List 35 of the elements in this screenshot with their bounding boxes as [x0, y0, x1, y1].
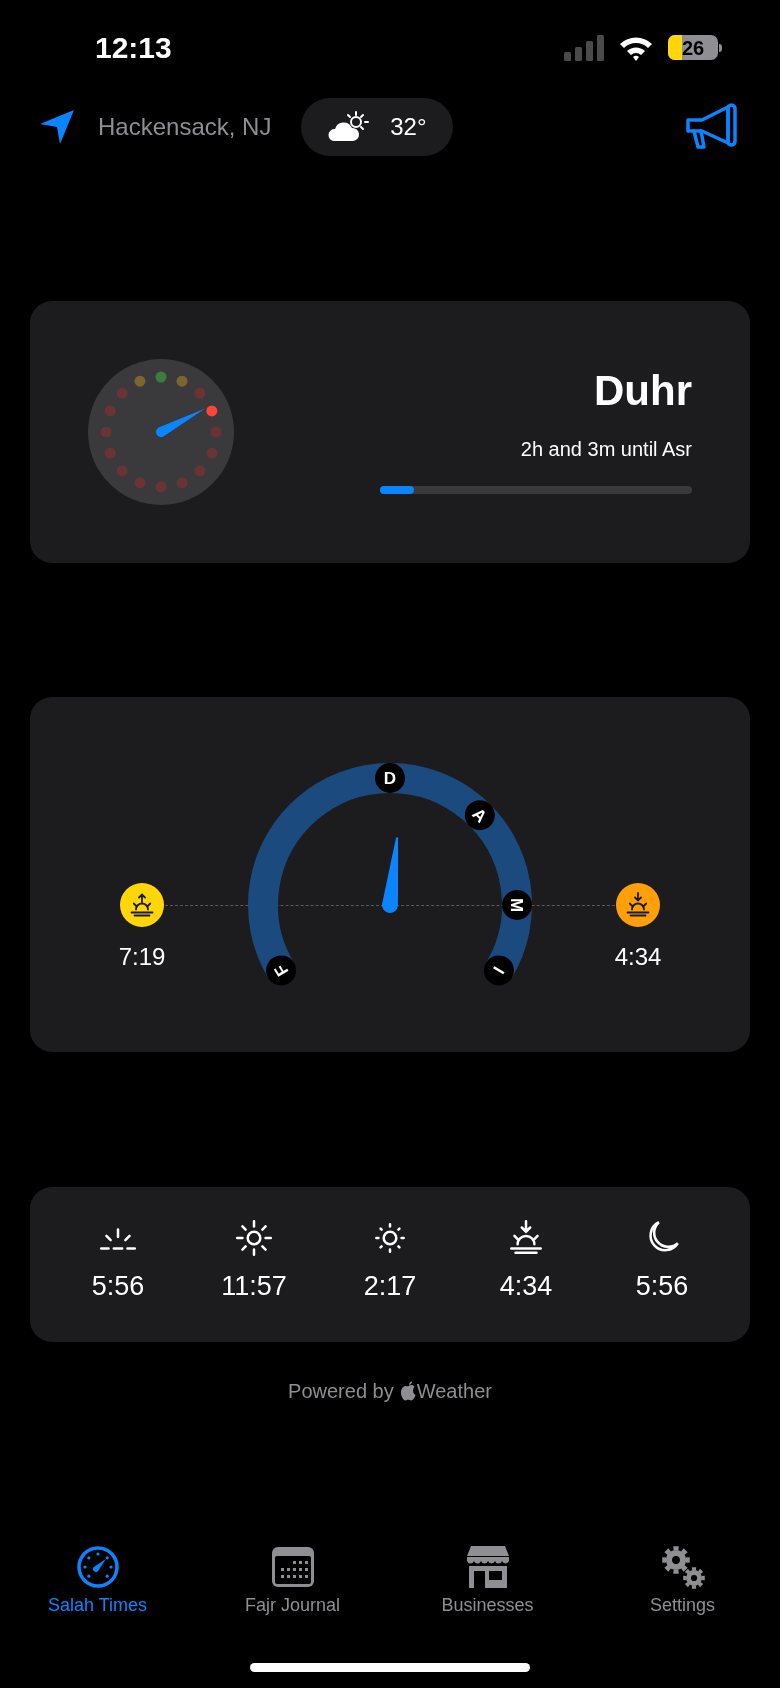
status-time: 12:13	[95, 30, 172, 66]
tab[interactable]: Businesses	[390, 1544, 585, 1614]
prayer-time: 5:56	[635, 1273, 689, 1300]
store-icon	[464, 1544, 511, 1590]
prayer-time: 4:34	[499, 1273, 553, 1300]
prayer-marker: I	[483, 955, 514, 986]
sun-icon	[233, 1217, 275, 1259]
time-label: 4:34	[614, 945, 662, 969]
temperature-label: 32°	[390, 112, 427, 142]
sunset-icon	[616, 883, 660, 927]
prayer-marker: A	[464, 800, 495, 831]
time-label: 7:19	[118, 945, 166, 969]
prayer-marker: M	[502, 890, 532, 920]
gauge-icon	[74, 1544, 121, 1590]
calendar-icon	[269, 1544, 316, 1590]
prayer-time: 5:56	[91, 1273, 145, 1300]
prayer-marker: F	[266, 955, 297, 986]
gears-icon	[659, 1544, 706, 1590]
powered-by-weather-text: Powered by Weather	[288, 1379, 492, 1404]
weather-pill[interactable]: 32°	[301, 98, 454, 156]
megaphone-icon[interactable]	[684, 103, 738, 151]
tab[interactable]: Fajr Journal	[195, 1544, 390, 1614]
prayer-marker: D	[375, 763, 405, 793]
location-arrow-icon[interactable]	[38, 108, 76, 146]
apple-logo-icon	[399, 1381, 417, 1401]
cloud-sun-icon	[328, 111, 371, 143]
tab[interactable]: Salah Times	[0, 1544, 195, 1614]
prayer-time: 11:57	[221, 1273, 287, 1300]
signal-icon	[564, 34, 604, 61]
tab[interactable]: Settings	[585, 1544, 780, 1614]
countdown-text: 2h and 3m until Asr	[520, 437, 692, 462]
location-label[interactable]: Hackensack, NJ	[98, 109, 272, 145]
prayer-time: 2:17	[363, 1273, 417, 1300]
sunrise-icon	[120, 883, 164, 927]
current-prayer-title: Duhr	[594, 370, 692, 412]
